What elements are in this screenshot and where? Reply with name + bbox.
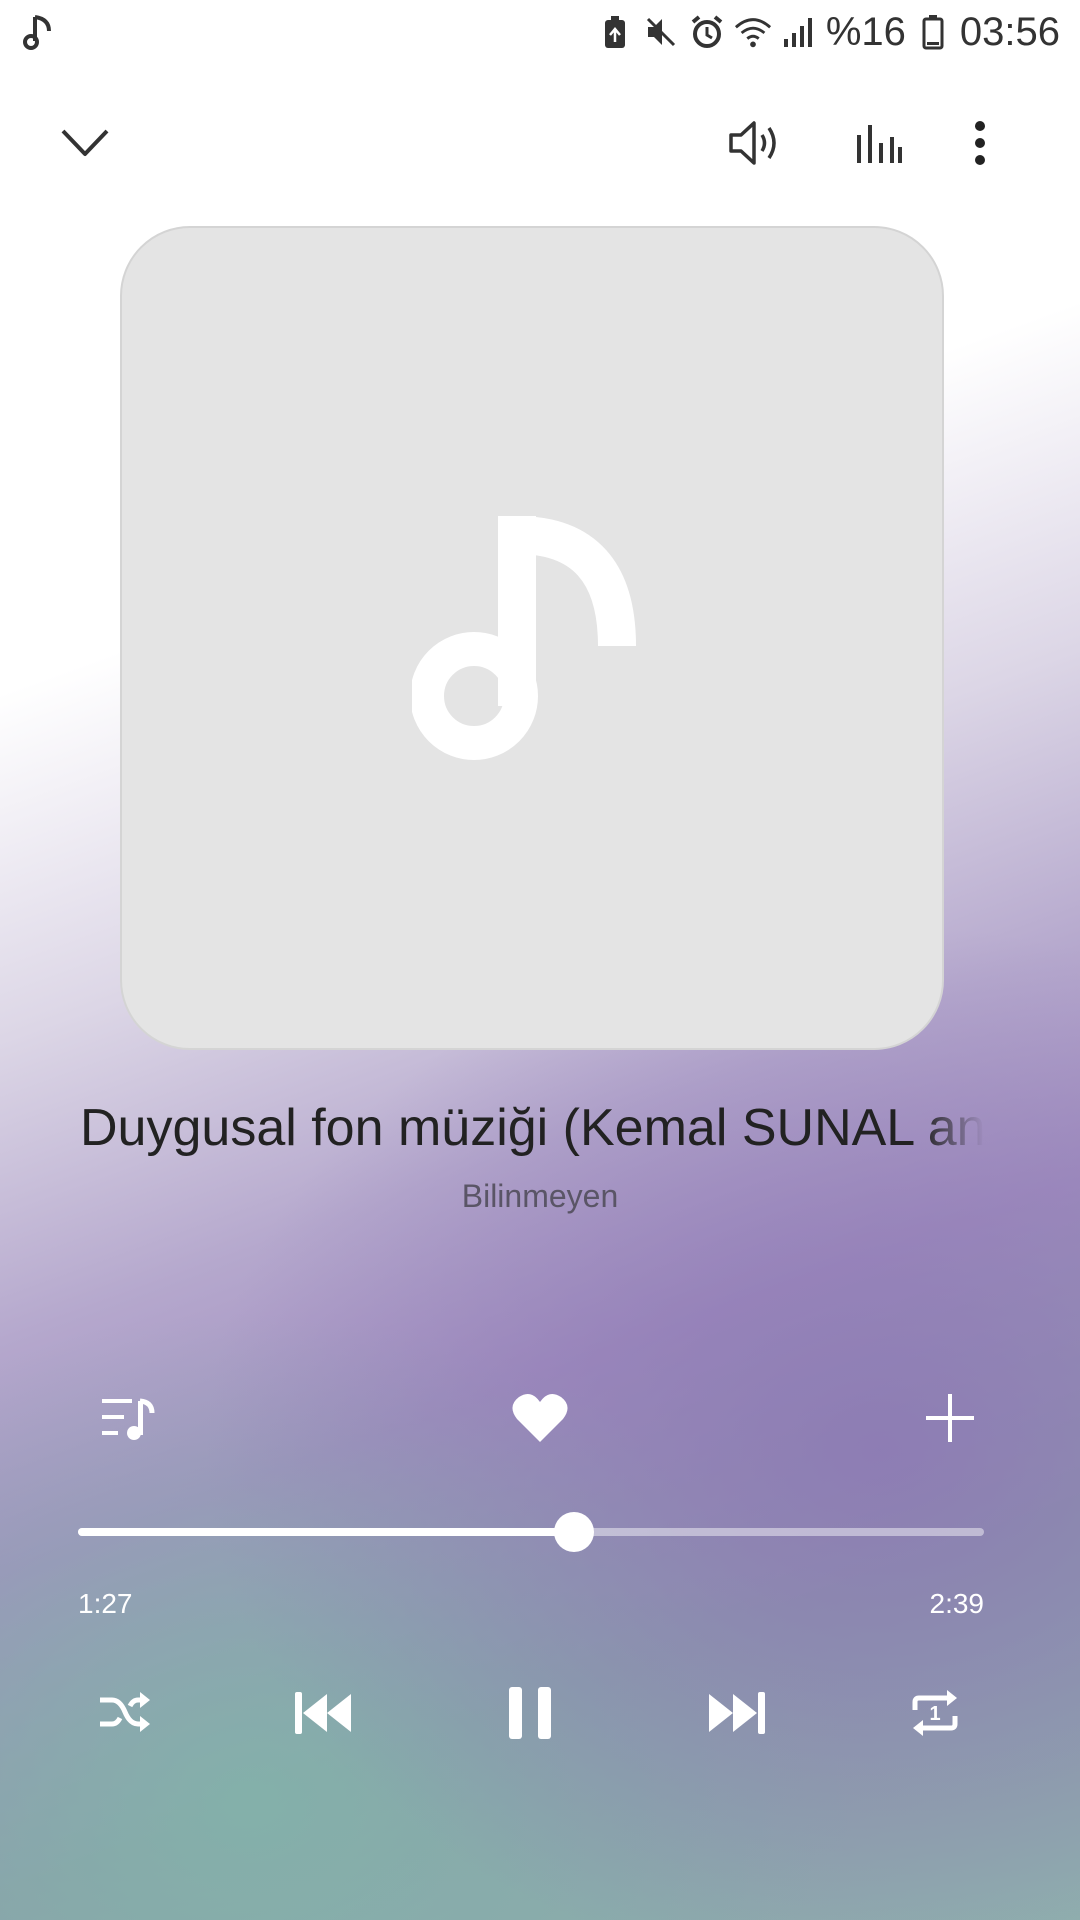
alarm-icon <box>688 13 726 51</box>
mute-icon <box>642 13 680 51</box>
skip-previous-icon <box>293 1690 353 1740</box>
svg-text:1: 1 <box>929 1703 940 1725</box>
heart-icon <box>511 1392 569 1448</box>
repeat-one-icon: 1 <box>907 1688 963 1742</box>
seek-bar-fill <box>78 1528 574 1536</box>
next-button[interactable] <box>682 1660 792 1770</box>
shuffle-icon <box>98 1690 152 1740</box>
add-icon <box>924 1392 976 1448</box>
volume-icon <box>727 118 783 172</box>
pause-button[interactable] <box>475 1660 585 1770</box>
wifi-icon <box>734 13 772 51</box>
repeat-button[interactable]: 1 <box>880 1660 990 1770</box>
add-to-playlist-button[interactable] <box>900 1370 1000 1470</box>
music-note-icon <box>410 506 652 770</box>
shuffle-button[interactable] <box>70 1660 180 1770</box>
pause-icon <box>507 1685 553 1745</box>
album-art <box>120 226 944 1050</box>
equalizer-button[interactable] <box>833 100 923 190</box>
collapse-button[interactable] <box>40 100 130 190</box>
playback-controls: 1 <box>0 1660 1080 1780</box>
previous-button[interactable] <box>268 1660 378 1770</box>
skip-next-icon <box>707 1690 767 1740</box>
seek-bar-thumb[interactable] <box>553 1512 594 1552</box>
more-options-button[interactable] <box>935 100 1025 190</box>
queue-music-icon <box>100 1393 156 1447</box>
battery-percent: %16 <box>825 9 906 54</box>
playlist-button[interactable] <box>78 1370 178 1470</box>
seek-bar[interactable] <box>78 1512 984 1552</box>
track-artist[interactable]: Bilinmeyen <box>0 1178 1080 1215</box>
status-bar: %16 03:56 <box>0 0 1080 64</box>
battery-saver-icon <box>596 13 634 51</box>
more-vert-icon <box>974 120 986 170</box>
equalizer-icon <box>854 121 902 169</box>
elapsed-time: 1:27 <box>78 1588 133 1619</box>
favorite-button[interactable] <box>490 1370 590 1470</box>
player-toolbar <box>0 100 1080 190</box>
music-note-icon <box>20 13 58 51</box>
action-row <box>0 1370 1080 1470</box>
status-time: 03:56 <box>959 9 1060 54</box>
signal-icon <box>780 13 818 51</box>
total-time: 2:39 <box>929 1588 985 1619</box>
volume-button[interactable] <box>710 100 800 190</box>
track-title: Duygusal fon müziği (Kemal SUNAL anı <box>80 1099 984 1157</box>
battery-icon <box>914 13 952 51</box>
chevron-down-icon <box>60 128 110 162</box>
